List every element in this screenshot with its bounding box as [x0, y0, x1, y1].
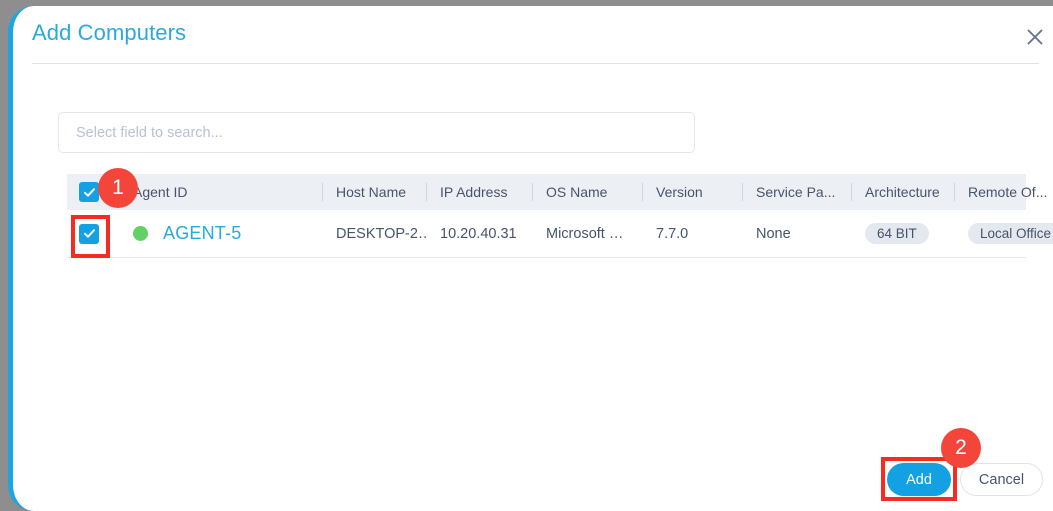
cell-version: 7.7.0	[656, 225, 689, 242]
column-header-agent-id[interactable]: Agent ID	[119, 174, 322, 210]
cell-os-name: Microsoft …	[546, 225, 624, 242]
column-header-version[interactable]: Version	[642, 174, 742, 210]
table-row[interactable]: AGENT-5 DESKTOP-2… 10.20.40.31 Microsoft…	[67, 210, 1053, 258]
column-header-remote-office[interactable]: Remote Of...	[954, 174, 1053, 210]
cancel-button[interactable]: Cancel	[960, 463, 1043, 496]
column-header-service-pack[interactable]: Service Pa...	[742, 174, 851, 210]
cell-remote-office: Local Office	[954, 210, 1053, 258]
cell-architecture: 64 BIT	[851, 210, 954, 258]
table-header-select-all	[67, 174, 119, 210]
search-field[interactable]	[58, 112, 695, 153]
column-header-os-name[interactable]: OS Name	[532, 174, 642, 210]
cell-service-pack: None	[756, 225, 791, 242]
cell-agent-id: AGENT-5	[119, 210, 322, 258]
column-header-architecture[interactable]: Architecture	[851, 174, 954, 210]
status-online-icon	[133, 226, 148, 241]
column-header-ip-address[interactable]: IP Address	[426, 174, 532, 210]
cell-ip-address: 10.20.40.31	[440, 225, 517, 242]
row-select-cell	[67, 210, 119, 258]
add-computers-dialog: Add Computers Agent ID Host Name IP Addr…	[8, 6, 1053, 511]
column-header-host-name[interactable]: Host Name	[322, 174, 426, 210]
remote-office-badge: Local Office	[968, 222, 1053, 245]
dialog-header: Add Computers	[13, 6, 1053, 64]
table-header-row: Agent ID Host Name IP Address OS Name Ve…	[67, 174, 1047, 210]
computers-table: Agent ID Host Name IP Address OS Name Ve…	[67, 174, 1053, 258]
agent-id-link[interactable]: AGENT-5	[163, 223, 241, 244]
row-checkbox[interactable]	[79, 223, 99, 244]
header-divider	[32, 63, 1039, 64]
page-title: Add Computers	[32, 20, 187, 45]
architecture-badge: 64 BIT	[865, 222, 929, 245]
step-badge-2: 2	[941, 428, 981, 468]
cell-host-name: DESKTOP-2…	[336, 225, 426, 242]
add-button[interactable]: Add	[887, 463, 951, 496]
close-icon[interactable]	[1018, 20, 1052, 54]
select-all-checkbox[interactable]	[79, 182, 99, 202]
search-input[interactable]	[74, 123, 679, 142]
